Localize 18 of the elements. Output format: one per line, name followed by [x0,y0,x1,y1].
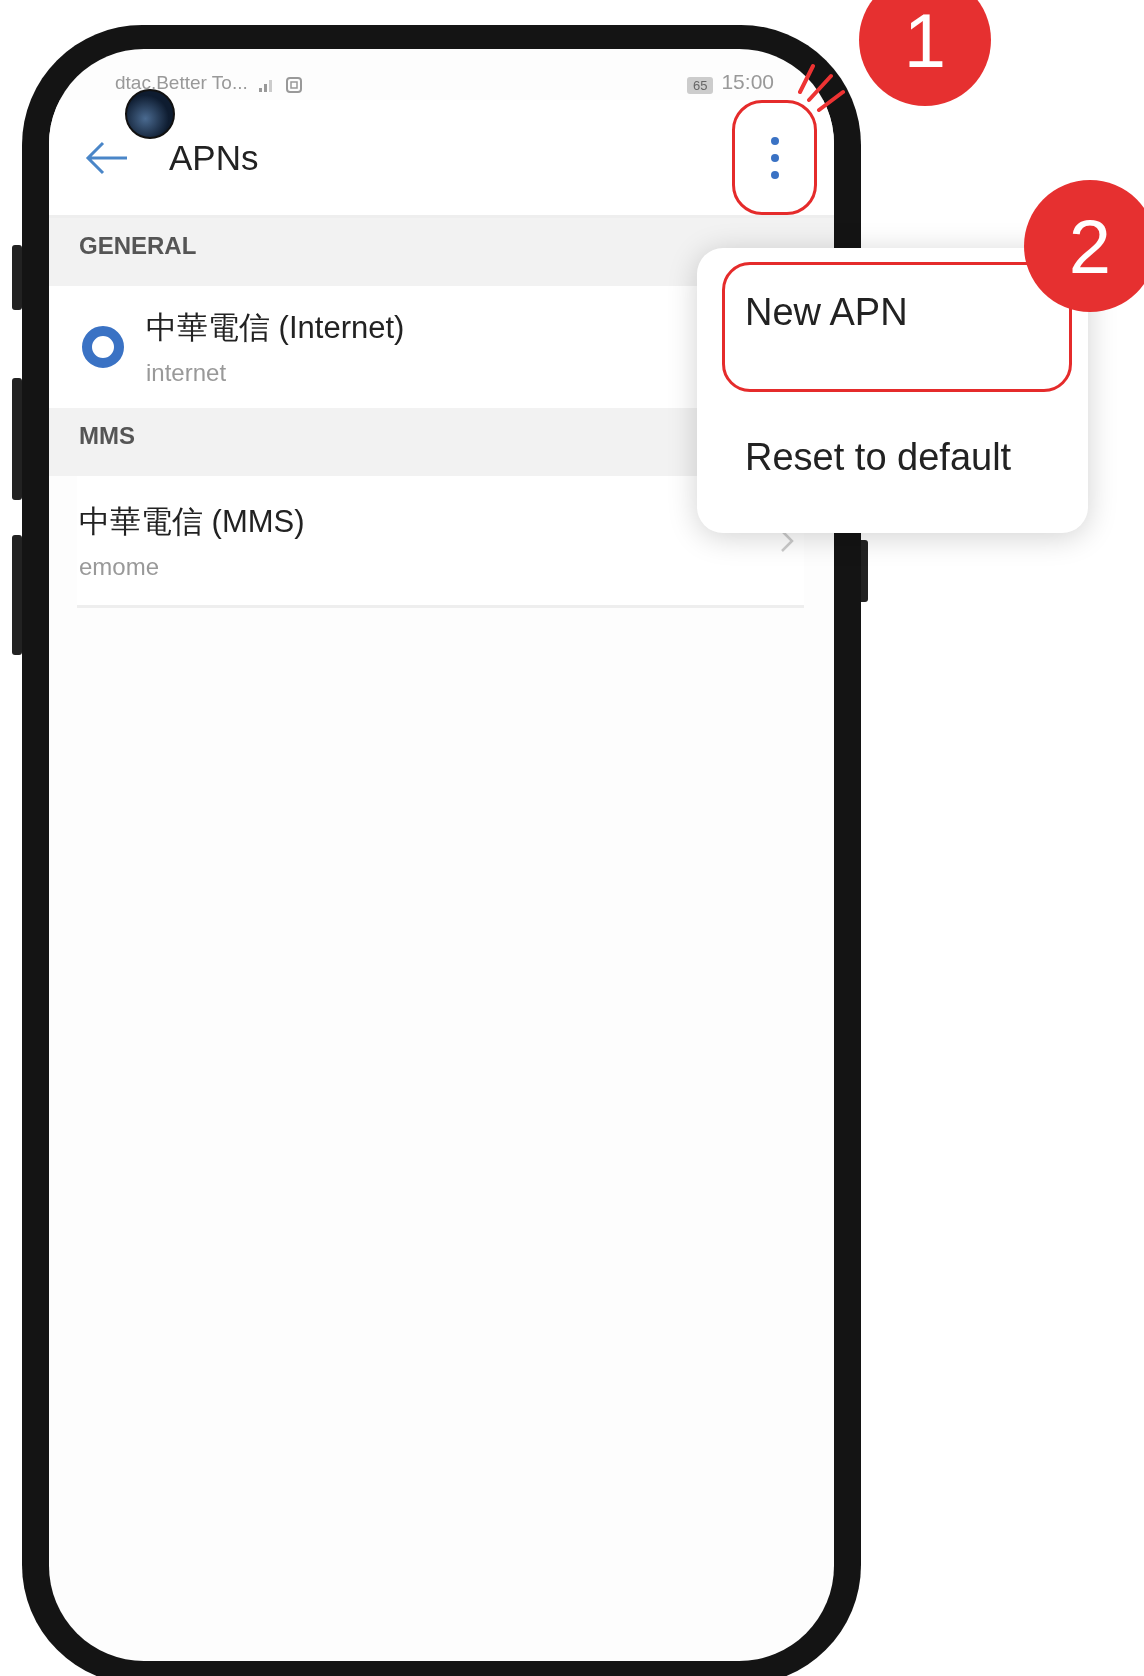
section-header: GENERAL [49,218,834,286]
emphasis-lines-icon [795,62,845,112]
carrier-name: dtac.Better To... [115,72,248,94]
apn-value: internet [146,359,227,387]
more-icon [769,135,780,180]
apn-value: emome [79,552,160,581]
camera-icon [125,89,175,139]
more-options-button[interactable] [732,100,817,215]
apn-name: 中華電信 (MMS) [79,502,305,541]
apn-name: 中華電信 (Internet) [146,309,405,347]
back-arrow-icon[interactable] [85,139,129,176]
radio-button[interactable] [82,326,124,368]
step-badge: 2 [1024,180,1144,312]
step-badge: 1 [859,0,991,106]
clock-time: 15:00 [721,70,774,94]
battery-icon: 65 [686,77,714,94]
page-title: APNs [169,137,259,178]
screenshot-icon [283,76,304,94]
